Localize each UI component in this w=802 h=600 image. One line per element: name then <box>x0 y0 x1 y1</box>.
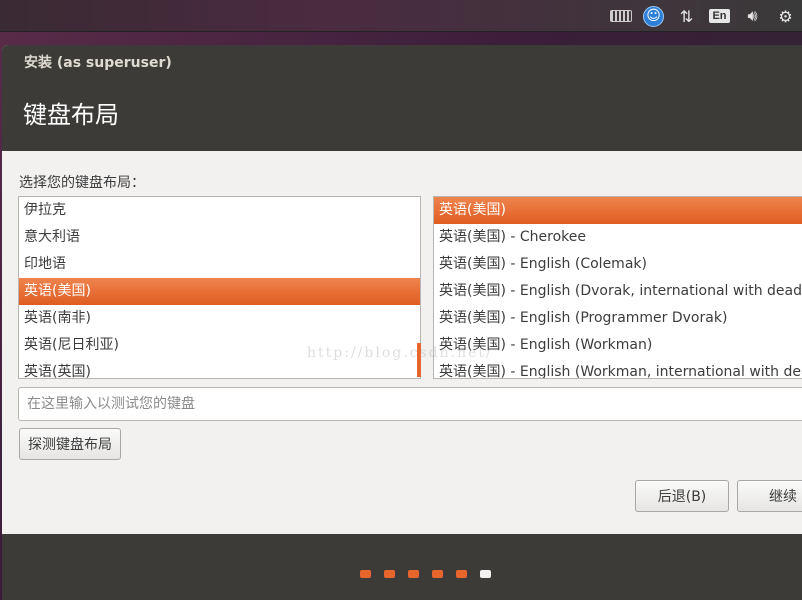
variant-item[interactable]: 英语(美国) - English (Programmer Dvorak) <box>434 305 802 332</box>
keyboard-test-input[interactable] <box>18 387 802 421</box>
layout-item[interactable]: 英语(南非) <box>19 305 420 332</box>
volume-icon[interactable]: 🔊︎ <box>736 0 769 32</box>
page-title: 键盘布局 <box>23 101 119 129</box>
progress-dot <box>480 570 491 578</box>
installer-window: 安装 (as superuser) 键盘布局 选择您的键盘布局： 伊拉克 意大利语… <box>2 45 802 600</box>
system-tray: ☺ ⇅ En 🔊︎ ⚙︎ <box>604 0 802 32</box>
layout-item[interactable]: 意大利语 <box>19 224 420 251</box>
window-title: 安装 (as superuser) <box>24 55 172 71</box>
variant-item[interactable]: 英语(美国) - English (Workman, international… <box>434 359 802 378</box>
layout-item[interactable]: 伊拉克 <box>19 197 420 224</box>
network-icon[interactable]: ⇅ <box>670 0 703 32</box>
variant-item[interactable]: 英语(美国) - Cherokee <box>434 224 802 251</box>
variant-item[interactable]: 英语(美国) - English (Dvorak, international … <box>434 278 802 305</box>
back-button[interactable]: 后退(B) <box>635 480 729 512</box>
keyboard-icon[interactable] <box>604 0 637 32</box>
layout-list[interactable]: 伊拉克 意大利语 印地语 英语(美国) 英语(南非) 英语(尼日利亚) 英语(英国) <box>18 196 421 379</box>
progress-dot <box>456 570 467 578</box>
progress-dot <box>432 570 443 578</box>
layout-item[interactable]: 英语(美国) <box>19 278 420 305</box>
variant-item[interactable]: 英语(美国) <box>434 197 802 224</box>
layout-item[interactable]: 印地语 <box>19 251 420 278</box>
layout-item[interactable]: 英语(尼日利亚) <box>19 332 420 359</box>
variant-item[interactable]: 英语(美国) - English (Workman) <box>434 332 802 359</box>
layout-prompt: 选择您的键盘布局： <box>19 175 145 191</box>
progress-dot <box>384 570 395 578</box>
power-icon[interactable]: ⚙︎ <box>769 0 802 32</box>
progress-footer <box>2 534 802 600</box>
layout-item[interactable]: 英语(英国) <box>19 359 420 378</box>
progress-dots <box>360 570 491 578</box>
variant-item[interactable]: 英语(美国) - English (Colemak) <box>434 251 802 278</box>
detect-layout-button[interactable]: 探测键盘布局 <box>19 428 121 460</box>
window-header: 安装 (as superuser) 键盘布局 <box>2 45 802 151</box>
input-method-icon[interactable]: En <box>703 0 736 32</box>
accessibility-icon[interactable]: ☺ <box>637 0 670 32</box>
continue-button[interactable]: 继续 <box>737 480 802 512</box>
progress-dot <box>408 570 419 578</box>
top-panel: ☺ ⇅ En 🔊︎ ⚙︎ <box>0 0 802 32</box>
variant-list[interactable]: 英语(美国) 英语(美国) - Cherokee 英语(美国) - English … <box>433 196 802 379</box>
progress-dot <box>360 570 371 578</box>
layout-list-scrollbar[interactable] <box>417 343 421 377</box>
